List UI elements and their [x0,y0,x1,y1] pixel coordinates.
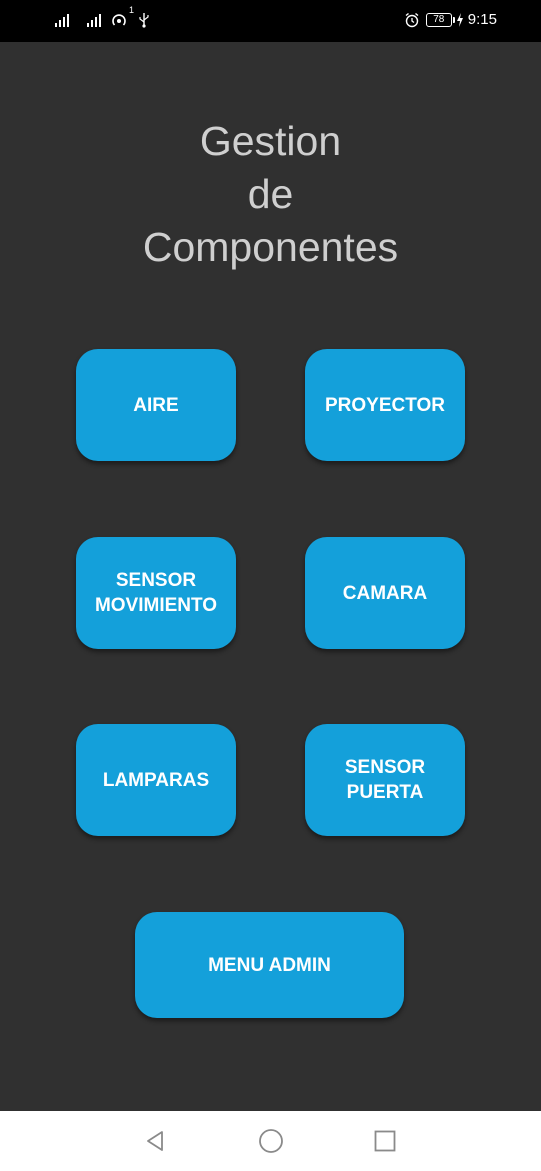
camara-button[interactable]: CAMARA [305,537,465,649]
alarm-icon [404,12,420,28]
home-icon[interactable] [257,1127,285,1155]
recents-icon[interactable] [371,1127,399,1155]
usb-icon [138,12,150,28]
battery-icon: 78 [425,12,455,27]
back-icon[interactable] [141,1127,169,1155]
page-title-line-2: de [247,171,294,217]
status-left-icons: 1 [54,5,150,28]
status-right-icons: 78 9:15 [404,11,497,28]
proyector-button[interactable]: PROYECTOR [305,349,465,461]
main-content: Gestion de Componentes AIRE PROYECTOR SE… [0,42,541,1111]
charging-icon [456,12,464,27]
signal-icon [54,12,72,28]
navigation-bar [0,1111,541,1171]
menu-admin-button[interactable]: MENU ADMIN [135,912,404,1018]
hotspot-icon: 1 [110,5,134,28]
aire-button[interactable]: AIRE [76,349,236,461]
status-bar: 1 78 9:15 [0,0,541,42]
signal-icon-2 [86,12,104,28]
roaming-badge: 1 [128,5,134,15]
sensor-puerta-button[interactable]: SENSOR PUERTA [305,724,465,836]
clock-time: 9:15 [467,11,497,28]
page-title-line-1: Gestion [199,118,342,164]
lamparas-button[interactable]: LAMPARAS [76,724,236,836]
sensor-movimiento-button[interactable]: SENSOR MOVIMIENTO [76,537,236,649]
page-title-line-3: Componentes [142,224,399,270]
